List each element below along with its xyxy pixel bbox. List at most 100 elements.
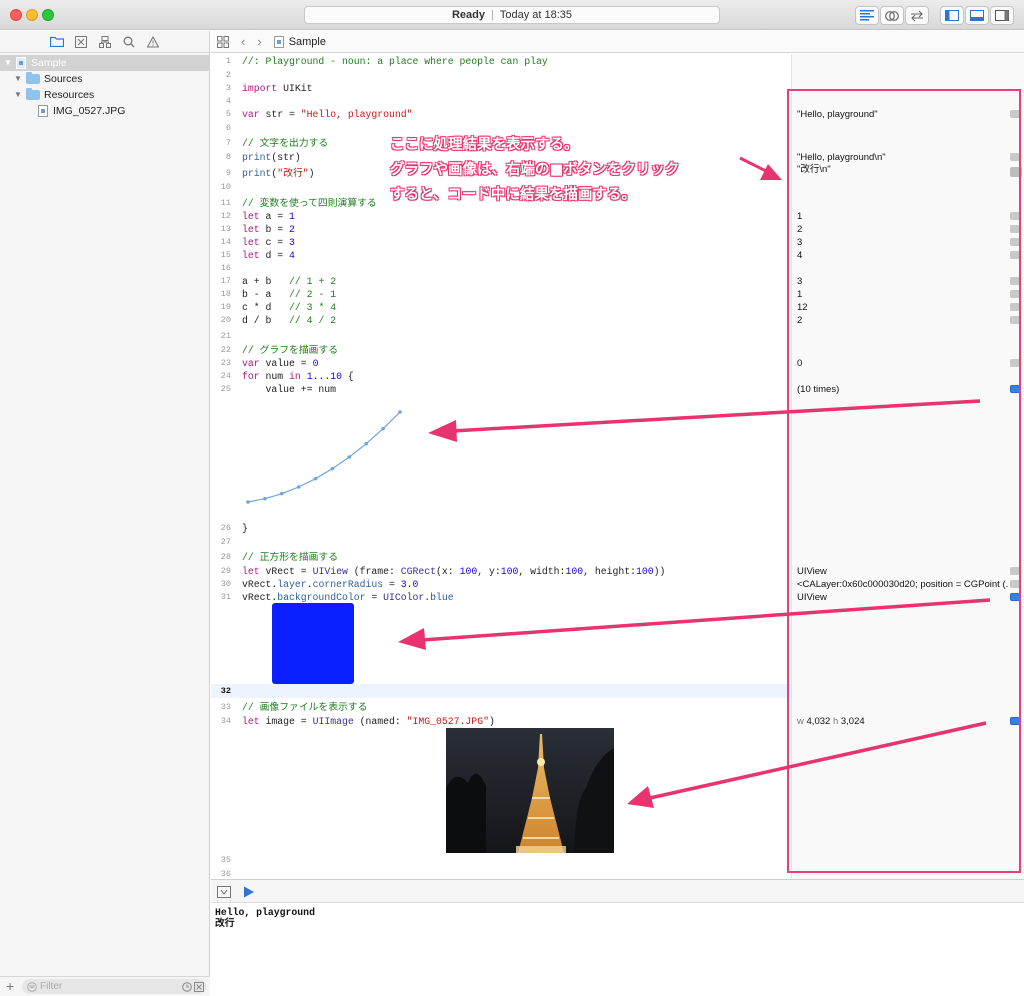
- code-line: let image = UIImage (named: "IMG_0527.JP…: [242, 716, 495, 727]
- run-playground-play-icon[interactable]: [243, 886, 255, 898]
- hierarchy-icon: [98, 35, 111, 48]
- search-icon: [123, 36, 134, 47]
- navigator-footer: + Filter: [0, 976, 210, 996]
- jumpbar-file-label[interactable]: Sample: [289, 36, 326, 48]
- folder-icon: [49, 36, 64, 47]
- navigator-tabs: [0, 31, 209, 53]
- code-line: let a = 1: [242, 211, 295, 222]
- version-editor-button[interactable]: [905, 6, 929, 25]
- toggle-debug-area-button[interactable]: [965, 6, 989, 25]
- line-number: 31: [220, 592, 231, 602]
- code-line: // 画像ファイルを表示する: [242, 702, 368, 713]
- debug-panel-icon: [970, 10, 984, 21]
- related-items-grid-icon[interactable]: [217, 35, 229, 48]
- disclosure-triangle-icon[interactable]: ▼: [14, 71, 22, 87]
- playground-file-icon: [16, 57, 26, 69]
- inline-uiview-preview: [272, 603, 354, 684]
- line-number: 26: [220, 523, 231, 533]
- line-number: 16: [220, 263, 231, 273]
- close-window-button[interactable]: [10, 9, 22, 21]
- inline-value-graph: [246, 410, 402, 504]
- line-number: 12: [220, 211, 231, 221]
- inspector-panel-icon: [995, 10, 1009, 21]
- line-number-current: 32: [220, 686, 231, 696]
- standard-editor-button[interactable]: [855, 6, 879, 25]
- toggle-inspector-button[interactable]: [990, 6, 1014, 25]
- filter-input[interactable]: Filter: [22, 979, 206, 994]
- inline-image-preview: [446, 728, 614, 853]
- line-number: 11: [220, 198, 231, 208]
- line-number: 17: [220, 276, 231, 286]
- line-number: 5: [225, 109, 231, 119]
- line-number: 27: [220, 537, 231, 547]
- recent-files-clock-icon[interactable]: [182, 981, 192, 992]
- tree-item-resources[interactable]: ▼ Resources: [0, 87, 210, 103]
- code-line: // 変数を使って四則演算する: [242, 198, 377, 209]
- code-line: a + b // 1 + 2: [242, 276, 337, 287]
- graph-point: [313, 476, 318, 481]
- console-line: 改行: [215, 918, 235, 929]
- tree-item-sources[interactable]: ▼ Sources: [0, 71, 210, 87]
- line-number: 30: [220, 579, 231, 589]
- toggle-navigator-button[interactable]: [940, 6, 964, 25]
- code-line: b - a // 2 - 1: [242, 289, 337, 300]
- line-number: 35: [220, 855, 231, 865]
- code-line: print("改行"): [242, 168, 315, 179]
- line-number: 23: [220, 358, 231, 368]
- playground-file-icon: [273, 35, 284, 48]
- tree-item-sample[interactable]: ▼ Sample: [0, 55, 210, 71]
- line-number: 15: [220, 250, 231, 260]
- tree-item-label: Sample: [31, 57, 67, 69]
- code-line: var value = 0: [242, 358, 319, 369]
- line-number: 24: [220, 371, 231, 381]
- project-navigator: ▼ Sample ▼ Sources ▼ Resources IMG_0527.…: [0, 31, 210, 996]
- warning-icon: [146, 35, 159, 48]
- disclosure-triangle-icon[interactable]: ▼: [4, 55, 12, 71]
- line-number: 18: [220, 289, 231, 299]
- tree-item-image-file[interactable]: IMG_0527.JPG: [0, 103, 210, 119]
- graph-point: [398, 410, 402, 414]
- source-control-filter-icon[interactable]: [194, 981, 204, 992]
- find-navigator-tab[interactable]: [121, 34, 136, 49]
- code-line: var str = "Hello, playground": [242, 109, 413, 120]
- code-line: let vRect = UIView (frame: CGRect(x: 100…: [242, 566, 666, 577]
- annotation-text: すると、コード中に結果を描画する。: [390, 187, 636, 203]
- forward-chevron-icon[interactable]: ›: [257, 34, 261, 49]
- line-number: 22: [220, 345, 231, 355]
- image-file-icon: [38, 105, 48, 117]
- assistant-editor-button[interactable]: [880, 6, 904, 25]
- annotation-text: ここに処理結果を表示する。: [390, 137, 579, 153]
- current-line-highlight: [211, 684, 791, 698]
- hide-debug-area-icon[interactable]: [217, 886, 231, 898]
- source-control-navigator-tab[interactable]: [73, 34, 88, 49]
- minimize-window-button[interactable]: [26, 9, 38, 21]
- line-number: 33: [220, 702, 231, 712]
- symbol-navigator-tab[interactable]: [97, 34, 112, 49]
- line-number: 21: [220, 331, 231, 341]
- debug-bar: [211, 879, 1024, 903]
- tree-item-label: Sources: [44, 73, 83, 85]
- code-line: // 文字を出力する: [242, 138, 329, 149]
- project-navigator-tab[interactable]: [49, 34, 64, 49]
- issue-navigator-tab[interactable]: [145, 34, 160, 49]
- console-output[interactable]: [211, 903, 1024, 996]
- line-number: 7: [225, 138, 231, 148]
- code-line: for num in 1...10 {: [242, 371, 354, 382]
- line-number: 8: [225, 152, 231, 162]
- disclosure-triangle-icon[interactable]: ▼: [14, 87, 22, 103]
- line-number: 13: [220, 224, 231, 234]
- line-number: 14: [220, 237, 231, 247]
- activity-view: Ready | Today at 18:35: [304, 6, 720, 24]
- zoom-window-button[interactable]: [42, 9, 54, 21]
- graph-point: [330, 466, 335, 471]
- line-number: 10: [220, 182, 231, 192]
- code-line: // 正方形を描画する: [242, 552, 339, 563]
- jump-bar: ‹ › Sample: [211, 31, 1024, 53]
- code-line: import UIKit: [242, 83, 313, 94]
- add-icon[interactable]: +: [6, 978, 14, 994]
- line-number: 1: [225, 56, 231, 66]
- back-chevron-icon[interactable]: ‹: [241, 34, 245, 49]
- line-number: 6: [225, 123, 231, 133]
- activity-separator: |: [491, 9, 494, 21]
- code-line: print(str): [242, 152, 301, 163]
